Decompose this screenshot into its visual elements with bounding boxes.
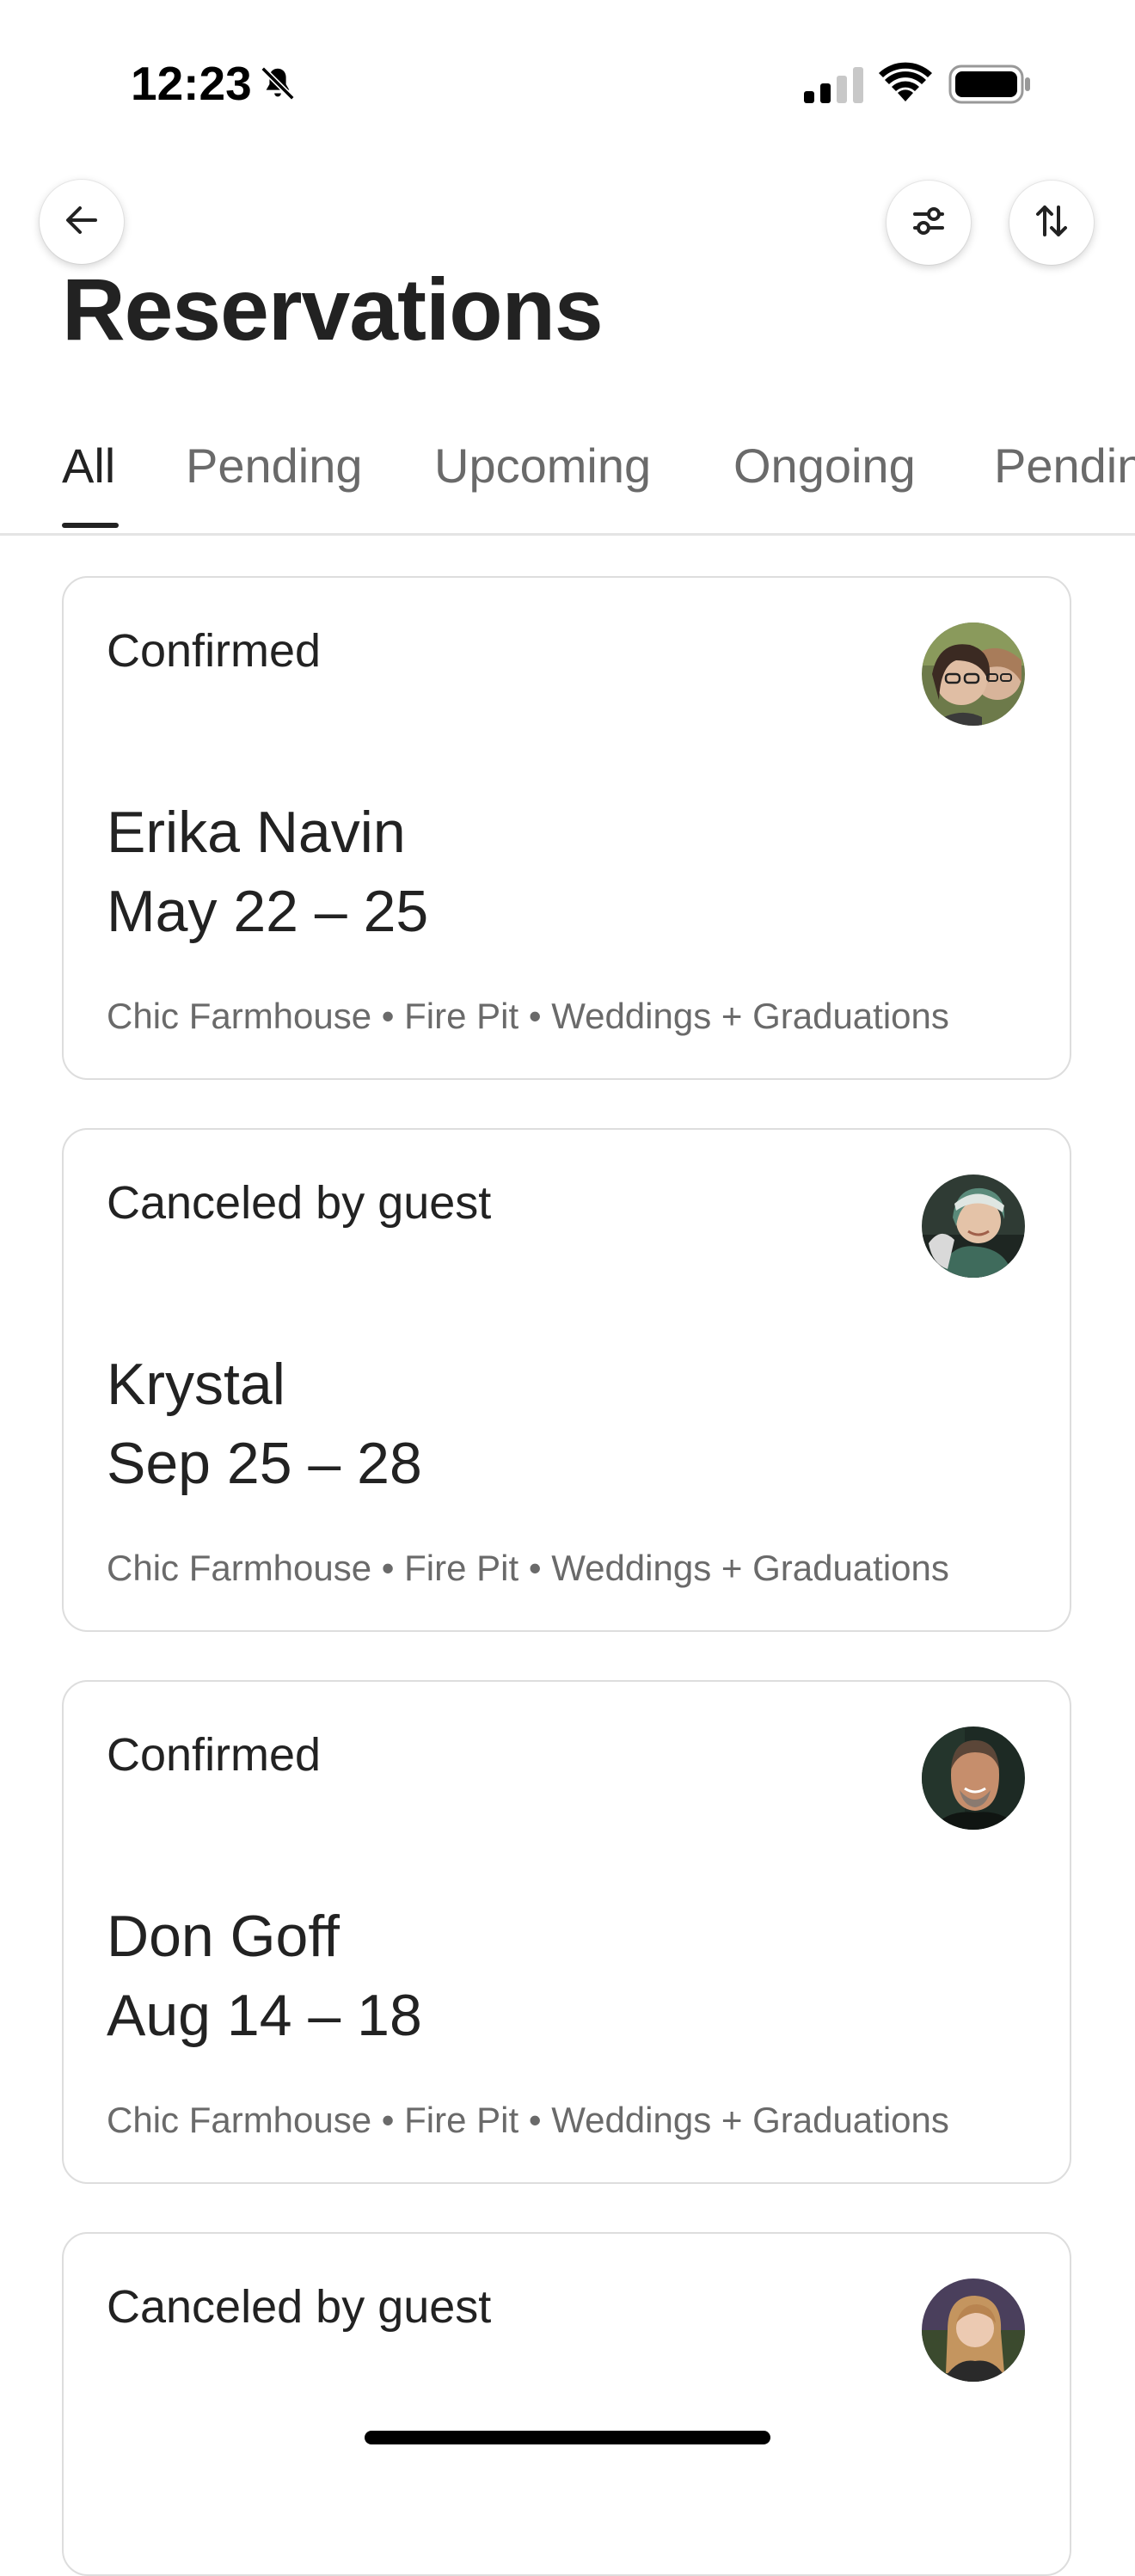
filter-sliders-icon	[908, 200, 949, 246]
reservation-status: Confirmed	[107, 625, 322, 677]
guest-avatar	[922, 1727, 1025, 1830]
reservation-status: Canceled by guest	[107, 2281, 492, 2333]
signal-icon	[804, 67, 864, 103]
tab-all[interactable]: All	[62, 432, 115, 500]
filter-button[interactable]	[887, 181, 971, 265]
wifi-icon	[879, 62, 932, 103]
battery-icon	[948, 64, 1031, 104]
bell-slash-icon	[258, 64, 298, 103]
guest-avatar	[922, 1175, 1025, 1278]
reservation-dates: May 22 – 25	[107, 879, 429, 944]
sort-button[interactable]	[1009, 181, 1094, 265]
sort-arrows-icon	[1031, 200, 1072, 246]
arrow-left-icon	[61, 199, 102, 245]
guest-avatar	[922, 2279, 1025, 2382]
guest-avatar	[922, 623, 1025, 726]
guest-name: Erika Navin	[107, 800, 406, 865]
reservation-status: Confirmed	[107, 1729, 322, 1781]
home-indicator[interactable]	[365, 2431, 770, 2444]
guest-name: Krystal	[107, 1352, 285, 1417]
reservation-dates: Sep 25 – 28	[107, 1431, 422, 1496]
guest-name: Don Goff	[107, 1904, 340, 1969]
reservation-card[interactable]: Canceled by guest Krystal Sep 25 – 28 Ch…	[62, 1128, 1071, 1632]
tab-pending[interactable]: Pending	[186, 432, 363, 500]
tab-ongoing[interactable]: Ongoing	[733, 432, 916, 500]
tab-upcoming[interactable]: Upcoming	[434, 432, 651, 500]
listing-name: Chic Farmhouse • Fire Pit • Weddings + G…	[107, 1548, 949, 1588]
status-bar: 12:23	[0, 0, 1135, 163]
active-tab-indicator	[62, 523, 119, 528]
listing-name: Chic Farmhouse • Fire Pit • Weddings + G…	[107, 996, 949, 1036]
tab-pending-more[interactable]: Pending	[994, 432, 1135, 500]
status-time: 12:23	[131, 57, 252, 110]
back-button[interactable]	[40, 180, 124, 264]
reservation-card[interactable]: Confirmed Don Goff Aug 14 – 18 Chic Farm…	[62, 1680, 1071, 2184]
reservation-card[interactable]: Canceled by guest	[62, 2232, 1071, 2576]
reservation-card[interactable]: Confirmed Erika Navin May 22 – 25 Chic F…	[62, 576, 1071, 1080]
page-title: Reservations	[62, 261, 604, 359]
listing-name: Chic Farmhouse • Fire Pit • Weddings + G…	[107, 2100, 949, 2140]
reservation-tabs: All Pending Upcoming Ongoing Pending	[0, 421, 1135, 536]
reservation-status: Canceled by guest	[107, 1177, 492, 1229]
reservation-dates: Aug 14 – 18	[107, 1983, 422, 2048]
